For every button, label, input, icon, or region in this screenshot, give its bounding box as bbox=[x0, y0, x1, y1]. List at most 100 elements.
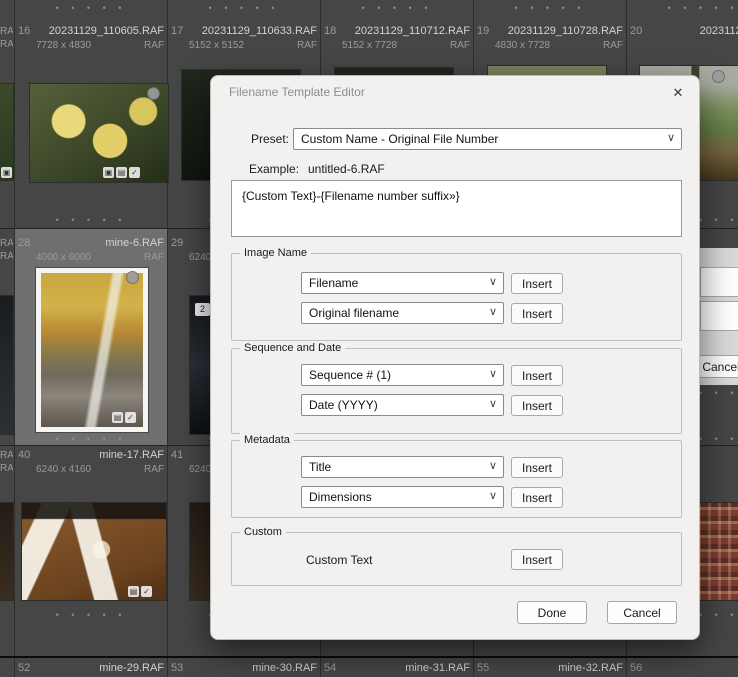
insert-original-filename-button[interactable]: Insert bbox=[511, 303, 563, 324]
done-button[interactable]: Done bbox=[517, 601, 587, 624]
thumb-badges: ▤ ✓ bbox=[128, 586, 152, 597]
photo-thumbnail[interactable] bbox=[0, 503, 13, 600]
cell-subheader: 5152 x 5152 RAF bbox=[189, 40, 317, 52]
thumb-badges: ▤ ✓ bbox=[112, 412, 136, 423]
insert-dimensions-button[interactable]: Insert bbox=[511, 487, 563, 508]
quick-collection-marker-icon[interactable] bbox=[712, 70, 725, 83]
cell-index: 29 bbox=[171, 237, 184, 249]
cell-extension: RAF bbox=[0, 463, 13, 474]
cell-index: 17 bbox=[171, 25, 184, 37]
cell-filename: RAF bbox=[0, 26, 13, 37]
insert-filename-button[interactable]: Insert bbox=[511, 273, 563, 294]
cell-header: 16 20231129_110605.RAF bbox=[18, 25, 164, 38]
cell-dimensions: 6240 bbox=[189, 252, 212, 263]
insert-title-button[interactable]: Insert bbox=[511, 457, 563, 478]
custom-legend: Custom bbox=[240, 525, 286, 539]
date-select[interactable]: Date (YYYY) ∨ bbox=[301, 394, 504, 416]
metadata-legend: Metadata bbox=[240, 433, 294, 447]
cell-filename: 20231129_110728.RAF bbox=[507, 25, 623, 37]
chevron-down-icon: ∨ bbox=[666, 132, 675, 144]
cell-index: 28 bbox=[18, 237, 31, 249]
cell-header: 54 mine-31.RAF bbox=[324, 662, 470, 675]
cell-header: 29 bbox=[171, 237, 211, 250]
dialog-title[interactable]: Filename Template Editor bbox=[229, 85, 365, 99]
chevron-down-icon: ∨ bbox=[488, 490, 497, 502]
cell-dots: • • • • • bbox=[55, 610, 127, 620]
cell-filename: mine-30.RAF bbox=[252, 662, 317, 674]
photo-thumbnail[interactable] bbox=[190, 296, 210, 434]
row-divider bbox=[0, 656, 738, 658]
cell-header: 28 mine-6.RAF bbox=[18, 237, 164, 250]
image-name-group: Image Name bbox=[231, 246, 682, 341]
cell-filename: mine-32.RAF bbox=[558, 662, 623, 674]
stack-count-badge[interactable]: 2 bbox=[195, 303, 210, 316]
crop-badge-icon: ▤ bbox=[128, 586, 139, 597]
photo-thumbnail[interactable] bbox=[190, 503, 210, 600]
close-icon[interactable]: ✕ bbox=[667, 82, 689, 104]
cell-index: 53 bbox=[171, 662, 184, 674]
dimensions-select-value: Dimensions bbox=[309, 490, 372, 504]
cell-dimensions: 4000 x 6000 bbox=[36, 252, 92, 263]
title-select[interactable]: Title ∨ bbox=[301, 456, 504, 478]
edit-badge-icon: ✓ bbox=[129, 167, 140, 178]
cell-dots: • • • • • bbox=[55, 215, 127, 225]
dimensions-select[interactable]: Dimensions ∨ bbox=[301, 486, 504, 508]
cell-subheader: 5152 x 7728 RAF bbox=[342, 40, 470, 52]
sequence-select[interactable]: Sequence # (1) ∨ bbox=[301, 364, 504, 386]
filename-select[interactable]: Filename ∨ bbox=[301, 272, 504, 294]
chevron-down-icon: ∨ bbox=[488, 460, 497, 472]
image-name-legend: Image Name bbox=[240, 246, 311, 260]
cell-index: 55 bbox=[477, 662, 490, 674]
cell-index: 19 bbox=[477, 25, 490, 37]
preset-select[interactable]: Custom Name - Original File Number ∨ bbox=[293, 128, 682, 150]
cell-extension: RAF bbox=[0, 251, 13, 262]
cell-header: 53 mine-30.RAF bbox=[171, 662, 317, 675]
thumb-badges: ▣ ▤ ✓ bbox=[103, 167, 140, 178]
template-token-editor[interactable]: {Custom Text}-{Filename number suffix»} bbox=[231, 180, 682, 237]
photo-thumbnail[interactable] bbox=[0, 296, 13, 434]
metadata-badge-icon: ▣ bbox=[103, 167, 114, 178]
insert-sequence-button[interactable]: Insert bbox=[511, 365, 563, 386]
original-filename-select[interactable]: Original filename ∨ bbox=[301, 302, 504, 324]
insert-custom-text-button[interactable]: Insert bbox=[511, 549, 563, 570]
cell-filename: RAF bbox=[0, 450, 13, 461]
lightroom-library-grid: • • • • • • • • • • • • • • • • • • • • … bbox=[0, 0, 738, 677]
photo-thumbnail-selected[interactable] bbox=[36, 268, 148, 432]
cell-dots: • • • • • bbox=[55, 434, 127, 444]
cell-filename: mine-6.RAF bbox=[105, 237, 164, 249]
cancel-button[interactable]: Cancel bbox=[607, 601, 677, 624]
photo-thumbnail[interactable] bbox=[0, 84, 13, 180]
cell-filename: RAF bbox=[0, 238, 13, 249]
photo-thumbnail[interactable] bbox=[698, 503, 738, 600]
cell-header: 19 20231129_110728.RAF bbox=[477, 25, 623, 38]
cell-index: 20 bbox=[630, 25, 643, 37]
insert-date-button[interactable]: Insert bbox=[511, 395, 563, 416]
cell-header: 55 mine-32.RAF bbox=[477, 662, 623, 675]
cell-dots: • • • • • bbox=[514, 3, 586, 13]
photo-image bbox=[41, 273, 143, 427]
sequence-date-group: Sequence and Date bbox=[231, 341, 682, 434]
example-label: Example: bbox=[249, 162, 300, 176]
cell-filename: 20231129_1 bbox=[699, 25, 738, 37]
cell-extension: RAF bbox=[144, 464, 164, 475]
cell-header: 41 bbox=[171, 449, 211, 462]
cell-subheader: 7728 x 4830 RAF bbox=[36, 40, 164, 52]
edit-badge-icon: ✓ bbox=[125, 412, 136, 423]
cell-filename: 20231129_110605.RAF bbox=[48, 25, 164, 37]
cell-subheader: 4000 x 6000 RAF bbox=[36, 252, 164, 264]
filename-select-value: Filename bbox=[309, 276, 359, 290]
cell-subheader: 4830 x 7728 RAF bbox=[495, 40, 623, 52]
cell-dimensions: 5152 x 7728 bbox=[342, 40, 398, 51]
example-value: untitled-6.RAF bbox=[308, 162, 385, 176]
cell-filename: mine-29.RAF bbox=[99, 662, 164, 674]
quick-collection-marker-icon[interactable] bbox=[126, 271, 139, 284]
cell-header: 17 20231129_110633.RAF bbox=[171, 25, 317, 38]
crop-badge-icon: ▤ bbox=[112, 412, 123, 423]
clipped-cell-header: RAF RAF bbox=[0, 25, 13, 51]
photo-thumbnail[interactable] bbox=[30, 84, 168, 182]
filename-template-editor-dialog: Filename Template Editor ✕ Preset: Custo… bbox=[210, 75, 700, 640]
cell-dimensions: 5152 x 5152 bbox=[189, 40, 245, 51]
cell-dots: • • • • • bbox=[667, 3, 738, 13]
cell-dimensions: 6240 bbox=[189, 464, 212, 475]
quick-collection-marker-icon[interactable] bbox=[147, 87, 160, 100]
